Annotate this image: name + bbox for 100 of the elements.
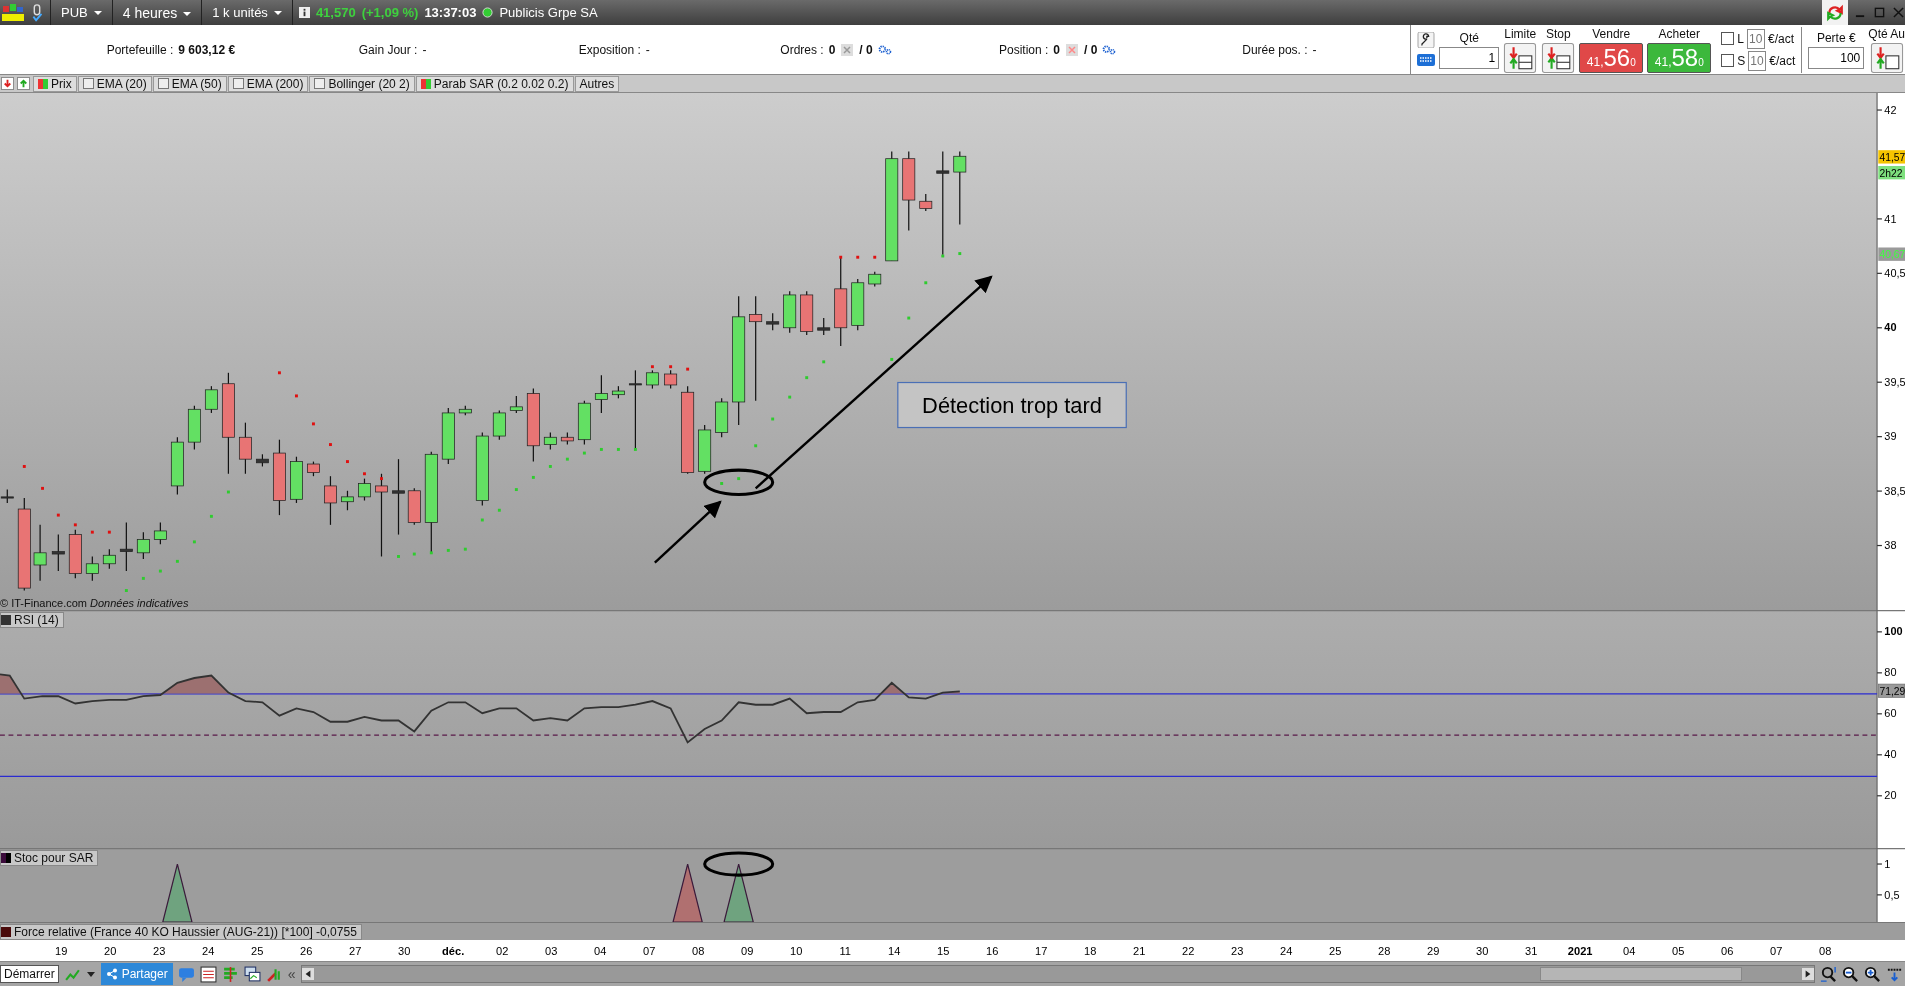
horizontal-scrollbar[interactable] bbox=[300, 965, 1815, 983]
date-label: 02 bbox=[496, 945, 509, 958]
candle bbox=[51, 533, 65, 572]
indicator-tab[interactable]: EMA (50) bbox=[152, 75, 227, 92]
refresh-icon[interactable] bbox=[1826, 3, 1844, 22]
caret-icon[interactable] bbox=[85, 969, 96, 979]
amount-field[interactable]: 10 bbox=[1748, 50, 1767, 71]
qty-label: Qté bbox=[1459, 30, 1479, 45]
date-label: 08 bbox=[692, 945, 705, 958]
candle bbox=[560, 431, 574, 446]
date-label: 06 bbox=[1721, 945, 1734, 958]
zoom-out-icon[interactable] bbox=[1842, 965, 1859, 983]
stop-order-icon[interactable] bbox=[1541, 42, 1576, 73]
date-label: 2021 bbox=[1567, 945, 1593, 958]
axis-label: 60 bbox=[1884, 707, 1897, 720]
date-label: 23 bbox=[1231, 945, 1244, 958]
signal-peak bbox=[672, 863, 703, 922]
indicator-tab[interactable]: EMA (20) bbox=[77, 75, 152, 92]
qty-field[interactable]: 1 bbox=[1439, 46, 1500, 69]
candle bbox=[187, 405, 201, 451]
link-icon[interactable] bbox=[30, 3, 44, 22]
zoom-fit-icon[interactable] bbox=[1820, 965, 1837, 983]
scroll-right-icon[interactable] bbox=[1802, 968, 1814, 980]
zoom-in-icon[interactable] bbox=[1864, 965, 1881, 983]
loss-field[interactable]: 100 bbox=[1808, 46, 1865, 69]
amount-field[interactable]: 10 bbox=[1746, 28, 1765, 49]
stat-value: / 0 bbox=[859, 42, 873, 57]
status-dot-icon bbox=[482, 7, 494, 18]
candle bbox=[0, 488, 14, 504]
cross-icon[interactable] bbox=[840, 43, 855, 56]
indicator-tab[interactable]: Autres bbox=[574, 75, 620, 92]
candle bbox=[492, 409, 506, 441]
date-label: 30 bbox=[1476, 945, 1489, 958]
gears-icon[interactable] bbox=[877, 43, 892, 56]
side-checkbox[interactable] bbox=[1721, 54, 1735, 67]
share-button[interactable]: Partager bbox=[100, 963, 173, 985]
date-label: 24 bbox=[1280, 945, 1293, 958]
axis-label: 40 bbox=[1884, 321, 1897, 334]
candle bbox=[358, 478, 371, 502]
candle bbox=[919, 193, 933, 212]
candle bbox=[407, 487, 421, 526]
stat-value: - bbox=[422, 42, 427, 57]
date-label: 08 bbox=[1819, 945, 1832, 958]
wrench-icon[interactable] bbox=[1417, 31, 1436, 48]
date-label: 16 bbox=[986, 945, 999, 958]
add-chart-icon[interactable] bbox=[17, 77, 30, 90]
indicator-tab[interactable]: Bollinger (20 2) bbox=[309, 75, 415, 92]
unit-label: €/act bbox=[1769, 53, 1796, 68]
axis-label: 38 bbox=[1884, 539, 1897, 552]
maximize-icon[interactable] bbox=[1874, 7, 1885, 18]
period-dropdown[interactable]: 4 heures bbox=[118, 4, 196, 21]
candle bbox=[119, 521, 133, 572]
limit-order-icon[interactable] bbox=[1503, 42, 1538, 73]
axis-label: 39 bbox=[1884, 430, 1897, 443]
units-dropdown[interactable]: 1 k unités bbox=[208, 5, 286, 20]
candle bbox=[851, 278, 865, 331]
date-label: 20 bbox=[104, 945, 117, 958]
candle bbox=[715, 397, 729, 438]
stat-value: 9 603,12 € bbox=[178, 42, 236, 57]
list-icon[interactable] bbox=[199, 965, 217, 983]
candle bbox=[868, 271, 882, 288]
stop-label: Stop bbox=[1545, 26, 1571, 41]
scroll-left-icon[interactable] bbox=[301, 968, 314, 980]
date-label: 03 bbox=[545, 945, 558, 958]
info-icon[interactable] bbox=[298, 7, 310, 18]
date-label: 18 bbox=[1084, 945, 1097, 958]
rsi-badge: 71,29 bbox=[1877, 683, 1905, 698]
start-label[interactable]: Démarrer bbox=[0, 965, 59, 983]
indicator-tab[interactable]: Parab SAR (0.2 0.02 0.2) bbox=[415, 75, 574, 92]
side-label: L bbox=[1737, 31, 1744, 46]
gears-icon[interactable] bbox=[1102, 43, 1117, 56]
date-label: 15 bbox=[937, 945, 950, 958]
candle bbox=[153, 521, 167, 545]
instrument-name: Publicis Grpe SA bbox=[499, 5, 598, 20]
caret-icon bbox=[273, 9, 282, 17]
candle bbox=[594, 374, 608, 414]
demo-icon[interactable] bbox=[2, 3, 24, 22]
date-label: 27 bbox=[349, 945, 362, 958]
price-badge: 40,67 bbox=[1878, 247, 1905, 261]
auto-qty-icon[interactable] bbox=[1869, 42, 1904, 73]
candle bbox=[324, 475, 337, 526]
collapse-button[interactable]: « bbox=[287, 966, 296, 982]
date-label: 21 bbox=[1133, 945, 1146, 958]
close-icon[interactable] bbox=[1893, 7, 1904, 18]
indicator-tab[interactable]: EMA (200) bbox=[227, 75, 309, 92]
date-label: 04 bbox=[1623, 945, 1636, 958]
indicator-tab[interactable]: Prix bbox=[33, 75, 77, 92]
candle bbox=[698, 424, 712, 475]
axis-label: 40 bbox=[1884, 748, 1897, 761]
quote-time: 13:37:03 bbox=[424, 5, 477, 20]
date-label: 25 bbox=[251, 945, 264, 958]
keyboard-icon[interactable] bbox=[1417, 51, 1436, 68]
side-checkbox[interactable] bbox=[1721, 32, 1735, 45]
candle bbox=[817, 317, 831, 336]
symbol-dropdown[interactable]: PUB bbox=[57, 5, 106, 20]
remove-chart-icon[interactable] bbox=[1, 77, 14, 90]
candle bbox=[204, 385, 218, 414]
windows-icon[interactable] bbox=[243, 965, 261, 983]
sell-label: Vendre bbox=[1592, 26, 1631, 41]
indicator-label: RSI (14) bbox=[0, 612, 64, 628]
